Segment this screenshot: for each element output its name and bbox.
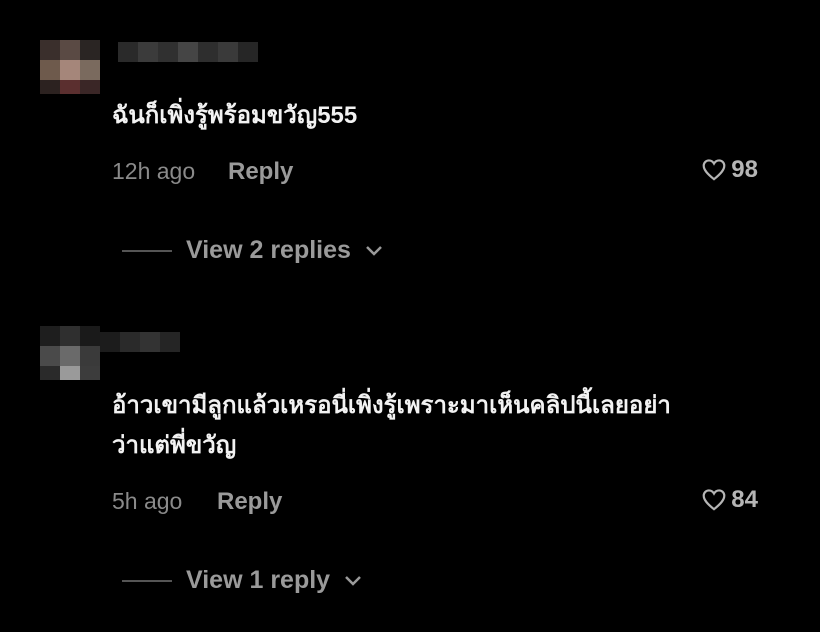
- divider-line: [122, 579, 172, 582]
- comment-timestamp: 5h ago: [112, 488, 183, 514]
- comment-timestamp: 12h ago: [112, 158, 196, 184]
- avatar[interactable]: [22, 318, 100, 380]
- like-button[interactable]: 98: [701, 156, 758, 184]
- chevron-down-icon: [345, 575, 361, 586]
- avatar[interactable]: [22, 32, 100, 94]
- view-replies-label: View 1 reply: [186, 566, 331, 594]
- view-replies-label: View 2 replies: [186, 236, 351, 264]
- like-button[interactable]: 84: [701, 486, 758, 514]
- chevron-down-icon: [366, 245, 382, 256]
- comment-text: อ้าวเขามีลูกแล้วเหรอนี่เพิ่งรู้เพราะมาเห…: [112, 386, 671, 466]
- like-count: 84: [731, 486, 758, 513]
- reply-button[interactable]: Reply: [228, 158, 293, 186]
- like-count: 98: [731, 156, 758, 183]
- username-blurred[interactable]: [118, 42, 258, 64]
- comment-text-line: ว่าแต่พี่ขวัญ: [112, 432, 237, 459]
- view-replies-button[interactable]: View 1 reply: [122, 566, 362, 595]
- comment-text: ฉันก็เพิ่งรู้พร้อมขวัญ555: [112, 102, 358, 129]
- divider-line: [122, 249, 172, 252]
- heart-outline-icon: [702, 489, 726, 511]
- heart-outline-icon: [702, 159, 726, 181]
- reply-button[interactable]: Reply: [217, 488, 282, 516]
- username-blurred[interactable]: [100, 332, 180, 354]
- view-replies-button[interactable]: View 2 replies: [122, 236, 383, 265]
- comment-text-line: อ้าวเขามีลูกแล้วเหรอนี่เพิ่งรู้เพราะมาเห…: [112, 392, 671, 419]
